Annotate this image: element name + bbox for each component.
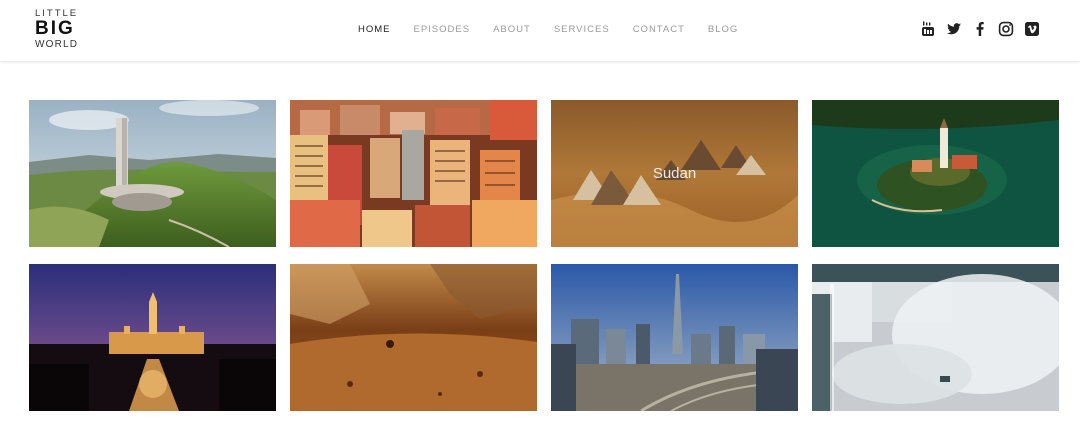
main-nav: HOME EPISODES ABOUT SERVICES CONTACT BLO…: [358, 24, 761, 36]
logo-line-world: WORLD: [35, 39, 79, 50]
tile-caption: [290, 100, 537, 247]
nav-about[interactable]: ABOUT: [493, 24, 531, 36]
gallery-tile-1[interactable]: [29, 100, 276, 247]
episode-gallery: Sudan: [29, 100, 1061, 412]
tile-caption: [551, 264, 798, 411]
tile-caption: [29, 100, 276, 247]
nav-contact[interactable]: CONTACT: [633, 24, 685, 36]
tile-caption: [812, 264, 1059, 411]
nav-services[interactable]: SERVICES: [554, 24, 610, 36]
tile-caption: [290, 264, 537, 411]
nav-home[interactable]: HOME: [358, 24, 391, 36]
gallery-tile-6[interactable]: [290, 264, 537, 411]
gallery-tile-8[interactable]: [812, 264, 1059, 411]
facebook-icon[interactable]: [972, 21, 988, 37]
tile-caption: [812, 100, 1059, 247]
vimeo-icon[interactable]: [1024, 21, 1040, 37]
gallery-tile-5[interactable]: [29, 264, 276, 411]
nav-blog[interactable]: BLOG: [708, 24, 738, 36]
nav-episodes[interactable]: EPISODES: [414, 24, 471, 36]
youtube-icon[interactable]: [920, 21, 936, 37]
tile-caption: Sudan: [652, 165, 697, 182]
instagram-icon[interactable]: [998, 21, 1014, 37]
site-header: LITTLE BIG WORLD HOME EPISODES ABOUT SER…: [0, 0, 1080, 61]
twitter-icon[interactable]: [946, 21, 962, 37]
gallery-tile-3[interactable]: Sudan: [551, 100, 798, 247]
logo-line-big: BIG: [35, 18, 75, 39]
gallery-tile-4[interactable]: [812, 100, 1059, 247]
tile-caption: [29, 264, 276, 411]
social-links: [910, 21, 1040, 37]
gallery-tile-2[interactable]: [290, 100, 537, 247]
site-logo[interactable]: LITTLE BIG WORLD: [35, 8, 95, 50]
gallery-tile-7[interactable]: [551, 264, 798, 411]
